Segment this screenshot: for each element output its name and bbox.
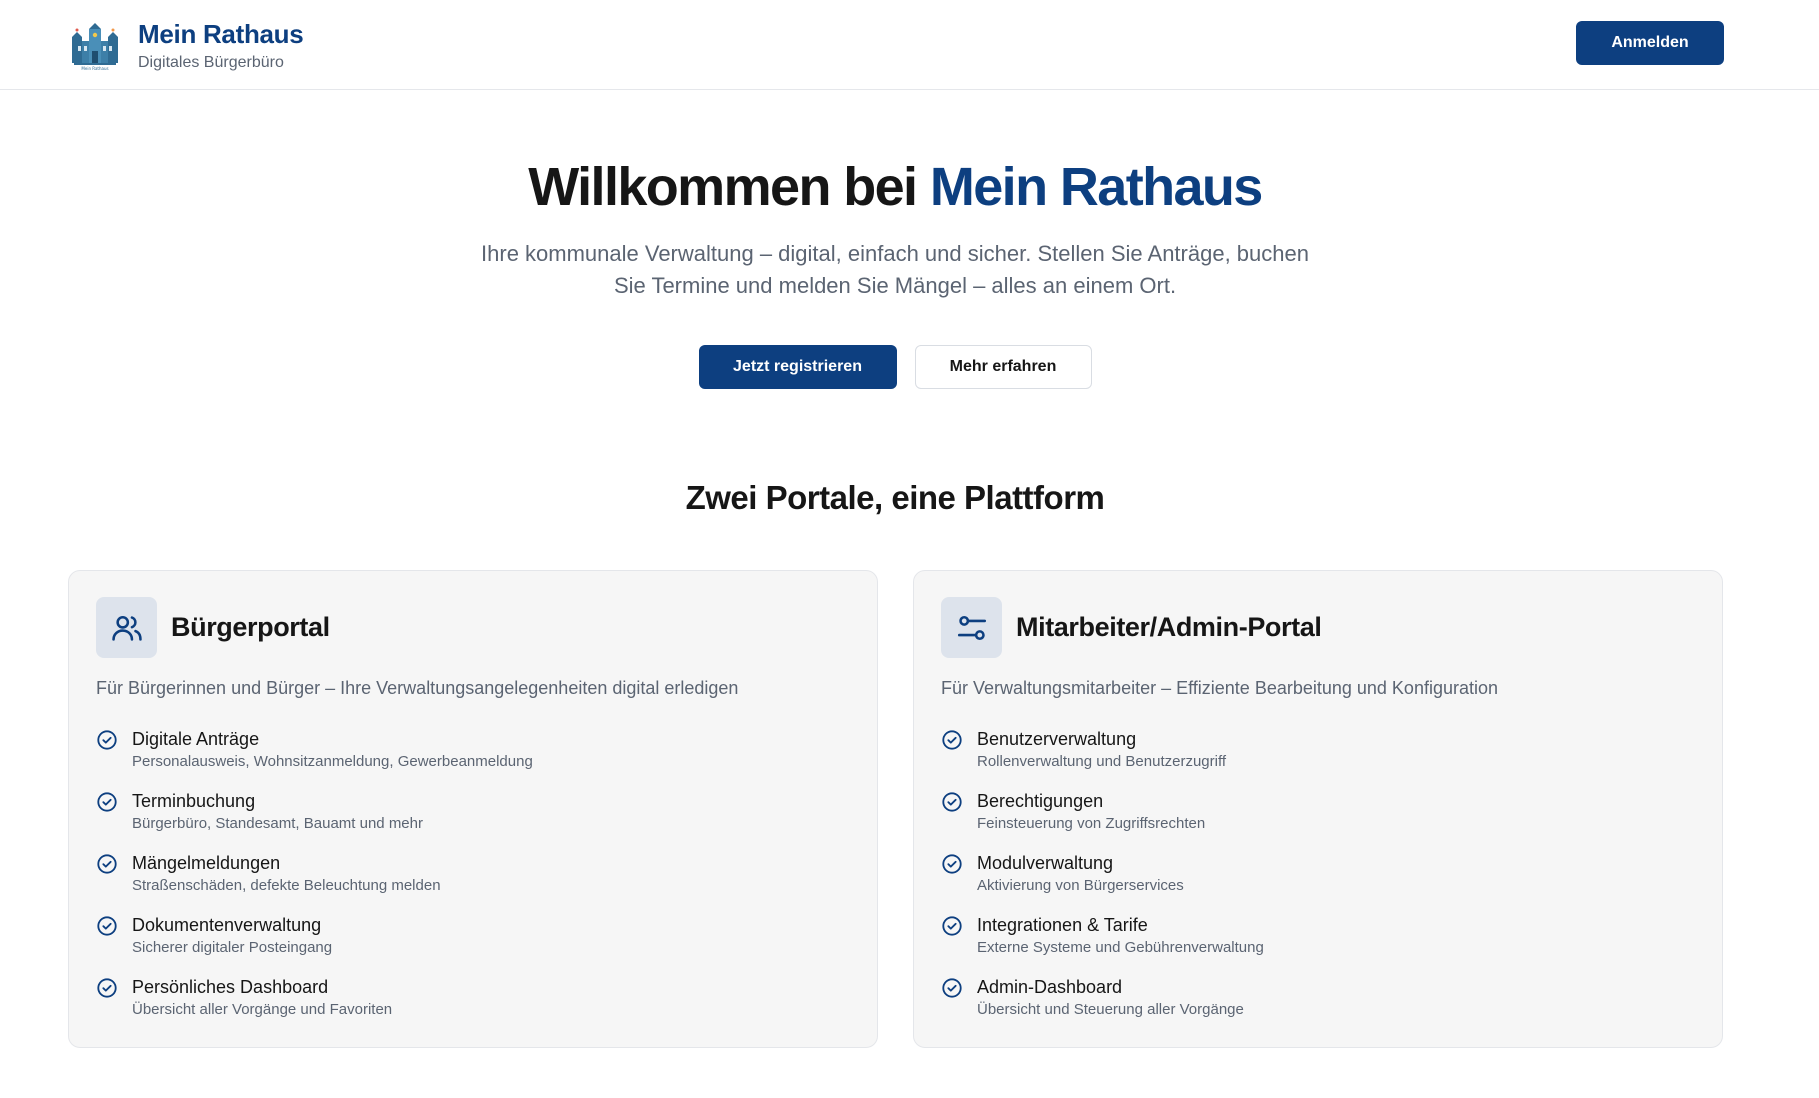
- card-header: Bürgerportal: [96, 597, 330, 658]
- card-description: Für Bürgerinnen und Bürger – Ihre Verwal…: [96, 678, 739, 698]
- brand-title: Mein Rathaus: [138, 19, 304, 49]
- top-header: Mein Rathaus Mein Rathaus Digitales Bürg…: [0, 0, 1819, 90]
- feature-item: Benutzerverwaltung Rollenverwaltung und B…: [941, 727, 1264, 789]
- town-hall-logo-icon: Mein Rathaus: [72, 23, 118, 71]
- feature-title: Integrationen & Tarife: [977, 915, 1148, 935]
- brand[interactable]: Mein Rathaus Mein Rathaus Digitales Bürg…: [70, 18, 304, 74]
- feature-subtitle: Sicherer digitaler Posteingang: [132, 939, 333, 956]
- feature-item: Admin-Dashboard Übersicht und Steuerung a…: [941, 975, 1264, 1037]
- hero-title-prefix: Willkommen bei: [528, 157, 930, 217]
- users-icon: [96, 597, 157, 658]
- brand-text: Mein Rathaus Digitales Bürgerbüro: [138, 18, 304, 74]
- feature-title: Persönliches Dashboard: [132, 977, 329, 997]
- hero-subtitle: Ihre kommunale Verwaltung – digital, ein…: [481, 241, 1309, 298]
- check-circle-icon: [97, 854, 117, 874]
- feature-item: Modulverwaltung Aktivierung von Bürgerser…: [941, 851, 1264, 913]
- check-circle-icon: [942, 916, 962, 936]
- login-button[interactable]: Anmelden: [1576, 21, 1724, 65]
- citizen-portal-card: Bürgerportal Für Bürgerinnen und Bürger …: [68, 570, 878, 1048]
- card-title: Mitarbeiter/Admin-Portal: [1016, 612, 1322, 642]
- hero-title: Willkommen bei Mein Rathaus: [0, 152, 1790, 222]
- feature-subtitle: Übersicht und Steuerung aller Vorgänge: [977, 1001, 1244, 1018]
- logo-caption: Mein Rathaus: [81, 66, 108, 71]
- hero-title-accent: Mein Rathaus: [929, 157, 1263, 217]
- feature-title: Digitale Anträge: [132, 729, 260, 749]
- check-circle-icon: [97, 916, 117, 936]
- settings-toggle-icon: [941, 597, 1002, 658]
- register-button[interactable]: Jetzt registrieren: [698, 345, 897, 389]
- feature-subtitle: Übersicht aller Vorgänge und Favoriten: [132, 1001, 393, 1018]
- check-circle-icon: [942, 730, 962, 750]
- feature-title: Admin-Dashboard: [977, 977, 1123, 997]
- feature-subtitle: Externe Systeme und Gebührenverwaltung: [977, 939, 1264, 956]
- feature-subtitle: Rollenverwaltung und Benutzerzugriff: [977, 753, 1227, 770]
- feature-title: Terminbuchung: [132, 791, 256, 811]
- card-header: Mitarbeiter/Admin-Portal: [941, 597, 1322, 658]
- feature-subtitle: Personalausweis, Wohnsitzanmeldung, Gewe…: [132, 753, 533, 770]
- brand-subtitle: Digitales Bürgerbüro: [138, 54, 284, 71]
- check-circle-icon: [97, 792, 117, 812]
- learn-more-button[interactable]: Mehr erfahren: [914, 345, 1092, 389]
- feature-title: Berechtigungen: [977, 791, 1104, 811]
- feature-subtitle: Bürgerbüro, Standesamt, Bauamt und mehr: [132, 815, 423, 832]
- card-description: Für Verwaltungsmitarbeiter – Effiziente …: [941, 678, 1498, 698]
- feature-item: Mängelmeldungen Straßenschäden, defekte B…: [96, 851, 533, 913]
- card-title: Bürgerportal: [171, 612, 330, 642]
- feature-list: Benutzerverwaltung Rollenverwaltung und B…: [941, 727, 1264, 1037]
- feature-item: Terminbuchung Bürgerbüro, Standesamt, Bau…: [96, 789, 533, 851]
- feature-title: Benutzerverwaltung: [977, 729, 1137, 749]
- feature-item: Persönliches Dashboard Übersicht aller Vo…: [96, 975, 533, 1037]
- feature-subtitle: Aktivierung von Bürgerservices: [977, 877, 1184, 894]
- feature-item: Integrationen & Tarife Externe Systeme un…: [941, 913, 1264, 975]
- feature-title: Modulverwaltung: [977, 853, 1114, 873]
- admin-portal-card: Mitarbeiter/Admin-Portal Für Verwaltungs…: [913, 570, 1723, 1048]
- hero-actions: Jetzt registrieren Mehr erfahren: [0, 345, 1790, 389]
- section-title: Zwei Portale, eine Plattform: [685, 479, 1105, 516]
- feature-item: Digitale Anträge Personalausweis, Wohnsit…: [96, 727, 533, 789]
- feature-item: Dokumentenverwaltung Sicherer digitaler P…: [96, 913, 533, 975]
- feature-list: Digitale Anträge Personalausweis, Wohnsit…: [96, 727, 533, 1037]
- check-circle-icon: [97, 978, 117, 998]
- feature-item: Berechtigungen Feinsteuerung von Zugriffs…: [941, 789, 1264, 851]
- feature-title: Mängelmeldungen: [132, 853, 281, 873]
- feature-title: Dokumentenverwaltung: [132, 915, 322, 935]
- check-circle-icon: [942, 978, 962, 998]
- feature-subtitle: Feinsteuerung von Zugriffsrechten: [977, 815, 1206, 832]
- check-circle-icon: [942, 854, 962, 874]
- check-circle-icon: [942, 792, 962, 812]
- feature-subtitle: Straßenschäden, defekte Beleuchtung meld…: [132, 877, 441, 894]
- check-circle-icon: [97, 730, 117, 750]
